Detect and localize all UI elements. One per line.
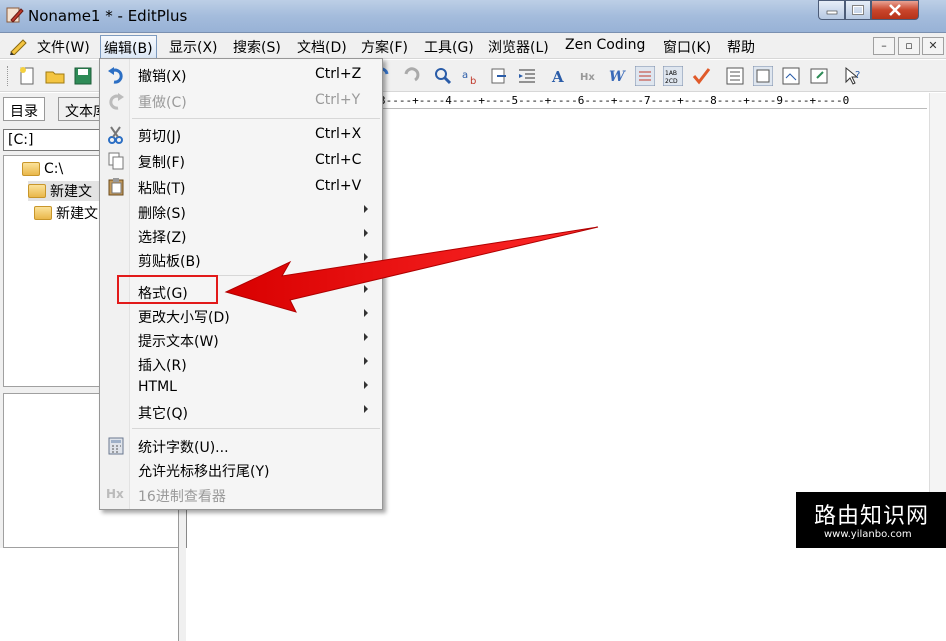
annotation-arrow bbox=[224, 226, 599, 313]
watermark: 路由知识网 www.yilanbo.com bbox=[796, 492, 946, 548]
watermark-url: www.yilanbo.com bbox=[824, 529, 912, 540]
watermark-title: 路由知识网 bbox=[814, 504, 930, 529]
